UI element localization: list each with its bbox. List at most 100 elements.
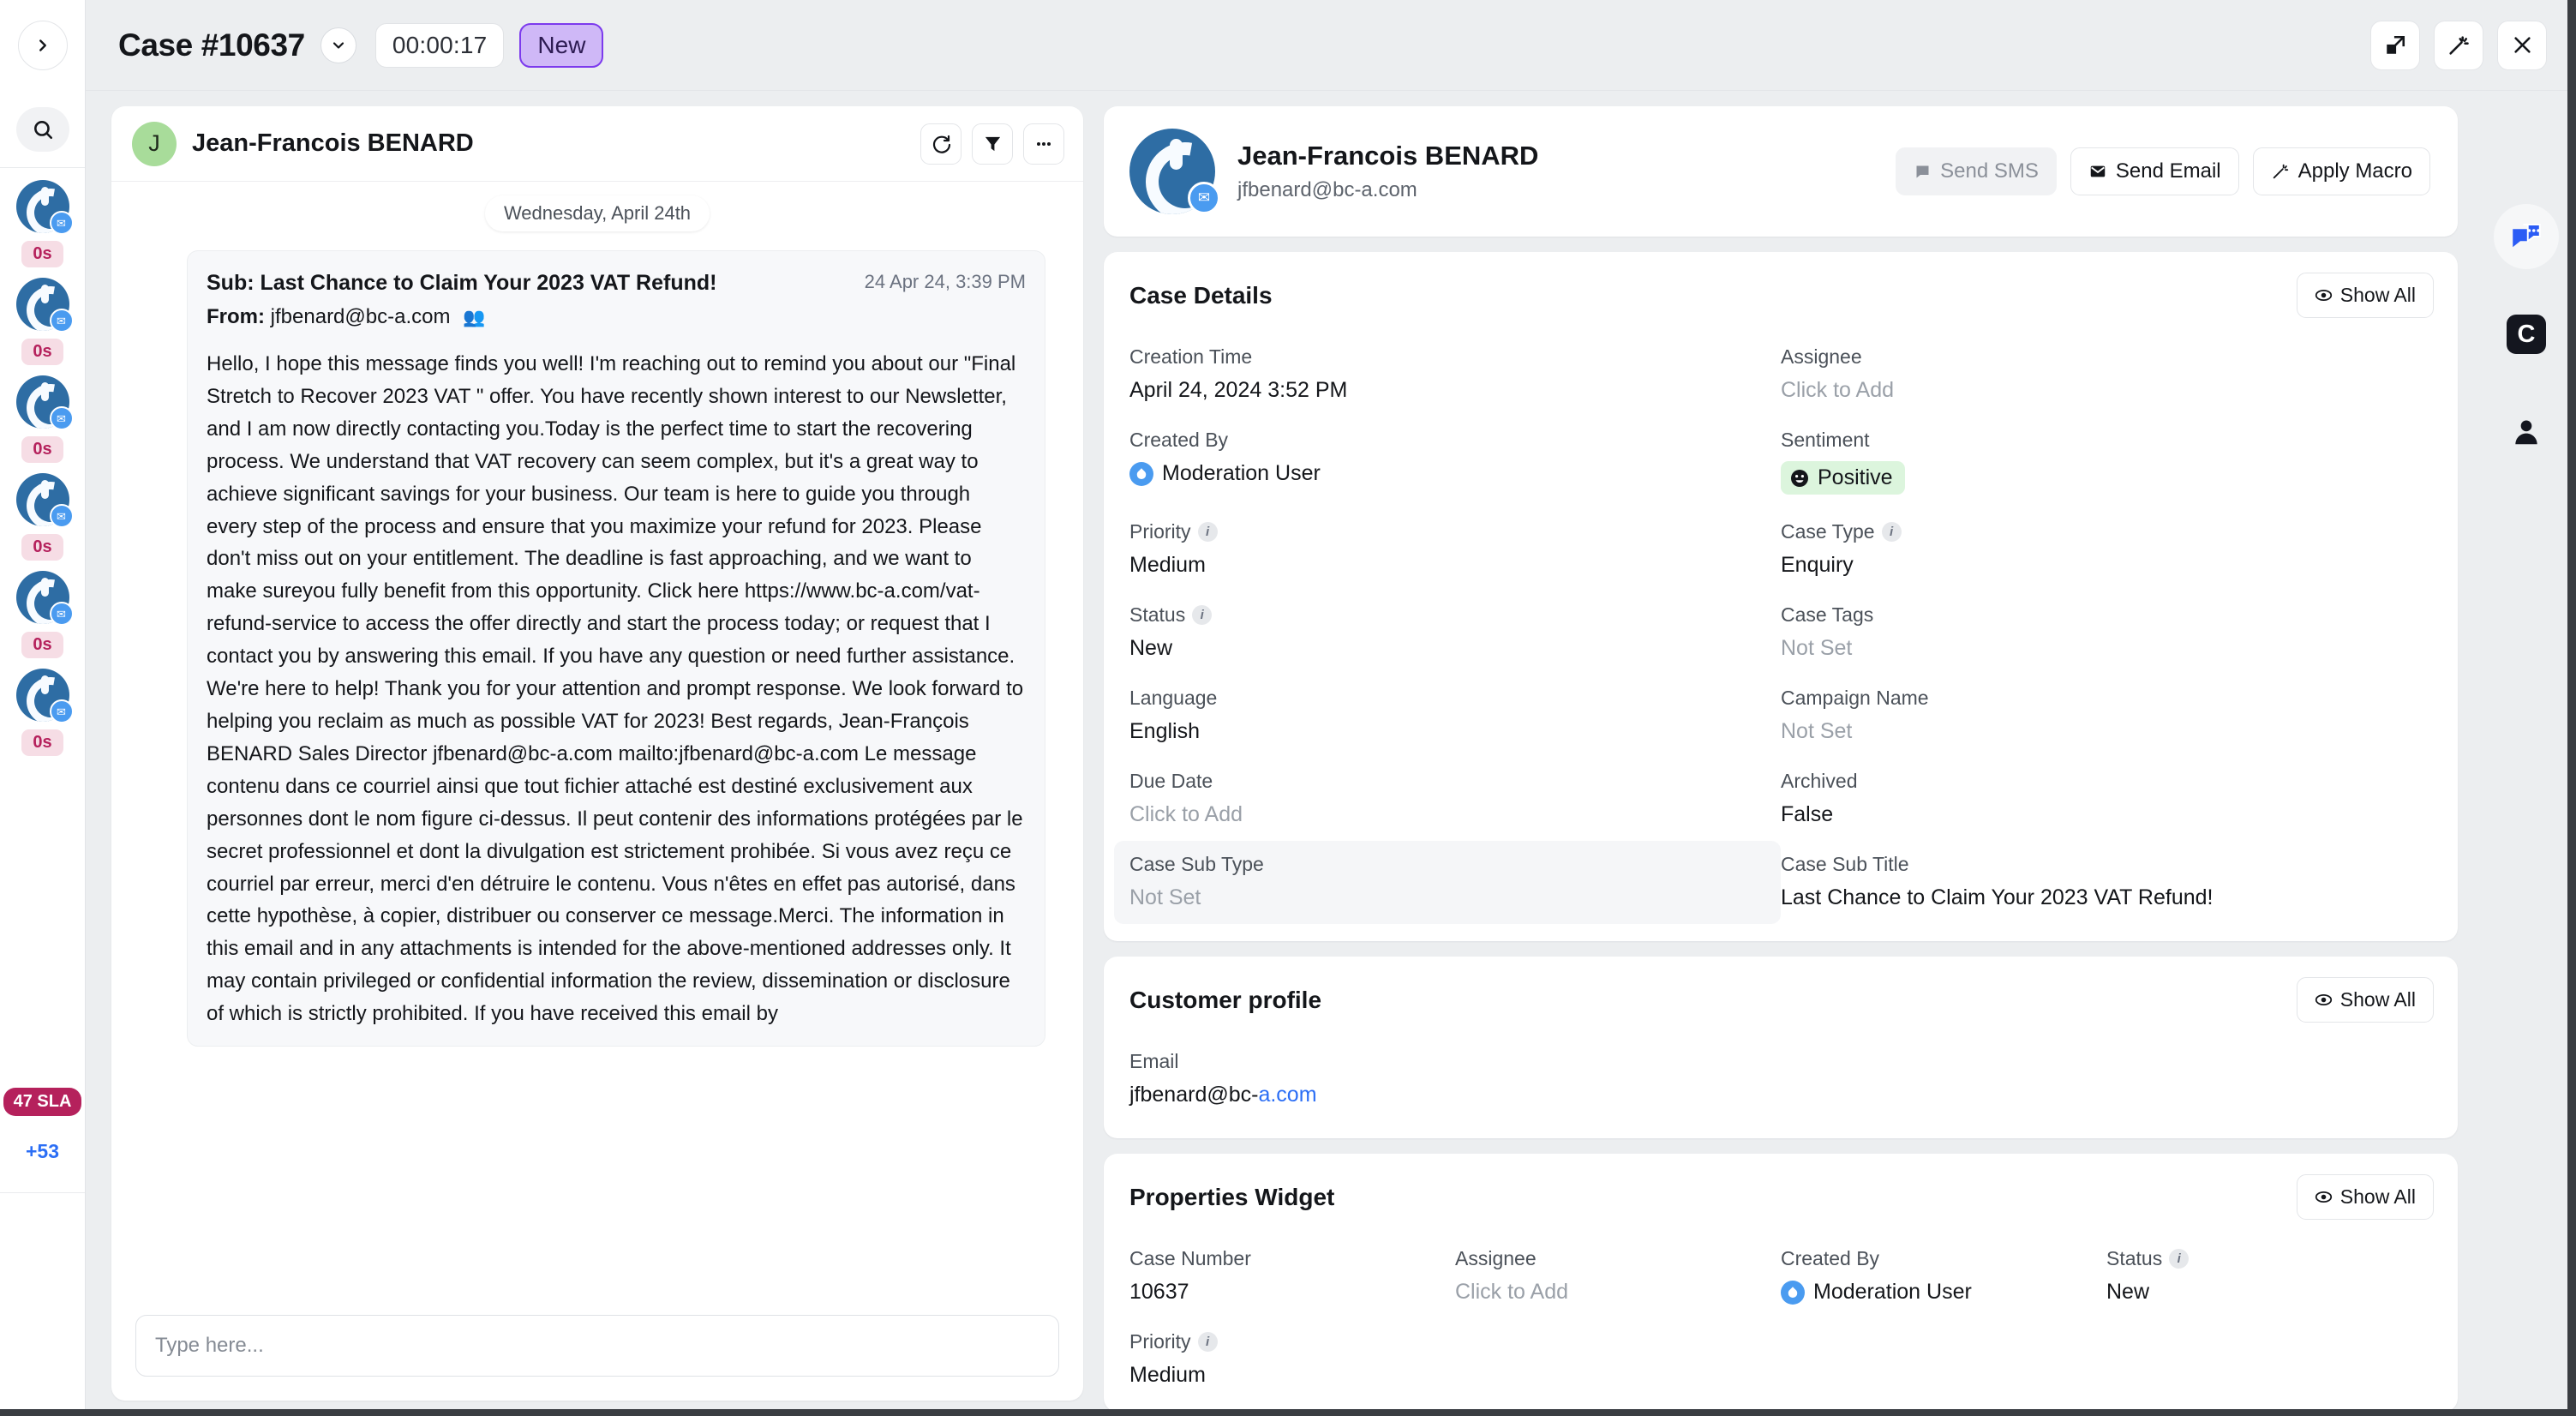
field-created-by[interactable]: Created By Moderation User	[1781, 1235, 2106, 1318]
case-details-title: Case Details	[1129, 281, 1273, 309]
field-label: Assignee	[1455, 1247, 1537, 1269]
customer-profile-show-all-button[interactable]: Show All	[2296, 977, 2434, 1023]
properties-widget-title: Properties Widget	[1129, 1183, 1335, 1210]
field-due-date[interactable]: Due Date Click to Add	[1129, 758, 1781, 841]
apply-macro-button[interactable]: Apply Macro	[2252, 147, 2430, 195]
field-campaign-name[interactable]: Campaign Name Not Set	[1781, 675, 2432, 758]
detail-column[interactable]: ✉ Jean-Francois BENARD jfbenard@bc-a.com…	[1099, 91, 2477, 1416]
field-status[interactable]: Status i New	[2106, 1235, 2432, 1318]
chat-panel-button[interactable]	[2494, 204, 2559, 269]
copilot-button[interactable]: C	[2494, 302, 2559, 367]
list-item[interactable]: ✉ 0s	[0, 278, 85, 365]
list-item[interactable]: ✉ 0s	[0, 669, 85, 756]
popout-button[interactable]	[2370, 20, 2420, 70]
avatar: ✉	[15, 180, 74, 235]
magic-wand-button[interactable]	[2434, 20, 2483, 70]
field-case-number[interactable]: Case Number 10637	[1129, 1235, 1455, 1318]
ellipsis-icon	[1037, 141, 1051, 146]
field-priority[interactable]: Priority i Medium	[1129, 1318, 1455, 1401]
message-input[interactable]	[135, 1315, 1059, 1377]
list-item[interactable]: ✉ 0s	[0, 180, 85, 267]
field-archived[interactable]: Archived False	[1781, 758, 2432, 841]
email-icon: ✉	[49, 211, 74, 235]
eye-icon	[2315, 1191, 2332, 1203]
info-icon[interactable]: i	[1192, 605, 1213, 625]
refresh-button[interactable]	[920, 123, 962, 165]
conversation-column: J Jean-Francois BENARD Wednesday, April …	[86, 91, 1099, 1416]
right-rail: C	[2477, 91, 2576, 1416]
field-value: Moderation User	[1162, 461, 1321, 485]
show-all-label: Show All	[2339, 1185, 2416, 1208]
refresh-icon	[932, 135, 951, 153]
case-timer: 00:00:17	[374, 22, 505, 68]
field-label-text: Priority	[1129, 520, 1191, 543]
email-domain-link[interactable]: a.com	[1258, 1083, 1316, 1107]
field-label: Status i	[1129, 603, 1781, 627]
message-body: Hello, I hope this message finds you wel…	[207, 352, 1024, 1026]
message-bubble[interactable]: Sub: Last Chance to Claim Your 2023 VAT …	[187, 250, 1045, 1047]
field-label: Archived	[1781, 770, 1858, 792]
case-details-show-all-button[interactable]: Show All	[2296, 273, 2434, 318]
field-value: Click to Add	[1129, 802, 1243, 826]
close-button[interactable]	[2497, 20, 2547, 70]
info-icon[interactable]: i	[1197, 522, 1218, 542]
field-creation-time[interactable]: Creation Time April 24, 2024 3:52 PM	[1129, 333, 1781, 417]
field-value: 10637	[1129, 1280, 1189, 1304]
field-case-sub-title[interactable]: Case Sub Title Last Chance to Claim Your…	[1781, 841, 2432, 924]
info-icon[interactable]: i	[1881, 522, 1902, 542]
list-item[interactable]: ✉ 0s	[0, 375, 85, 463]
eye-icon	[2315, 290, 2332, 301]
send-email-button[interactable]: Send Email	[2070, 147, 2239, 195]
queue-list[interactable]: ✉ 0s ✉ 0s ✉ 0s ✉ 0s ✉ 0s ✉ 0s	[0, 168, 85, 1088]
people-icon[interactable]: 👥	[463, 308, 485, 327]
field-label: Language	[1129, 687, 1218, 709]
contact-text: Jean-Francois BENARD jfbenard@bc-a.com	[1237, 141, 1538, 202]
field-value: New	[1129, 636, 1173, 660]
field-assignee[interactable]: Assignee Click to Add	[1781, 333, 2432, 417]
field-case-type[interactable]: Case Type i Enquiry	[1781, 508, 2432, 591]
list-item[interactable]: ✉ 0s	[0, 473, 85, 561]
field-value: New	[2106, 1280, 2150, 1304]
message-scroll-area[interactable]: Wednesday, April 24th Sub: Last Chance t…	[111, 182, 1083, 1296]
email-icon: ✉	[1188, 182, 1220, 214]
sla-wrap: 47 SLA	[0, 1088, 85, 1116]
search-button[interactable]	[15, 106, 69, 152]
magic-wand-icon	[2273, 164, 2288, 179]
field-value: Click to Add	[1455, 1280, 1569, 1304]
field-created-by[interactable]: Created By Moderation User	[1129, 417, 1781, 508]
more-wrap: +53	[0, 1140, 85, 1193]
field-priority[interactable]: Priority i Medium	[1129, 508, 1781, 591]
field-language[interactable]: Language English	[1129, 675, 1781, 758]
field-email[interactable]: Email jfbenard@bc-a.com	[1129, 1038, 1781, 1121]
contact-panel-button[interactable]	[2494, 399, 2559, 465]
field-assignee[interactable]: Assignee Click to Add	[1455, 1235, 1781, 1318]
field-sentiment[interactable]: Sentiment Positive	[1781, 417, 2432, 508]
more-count-link[interactable]: +53	[26, 1140, 59, 1163]
message-wrap: Sub: Last Chance to Claim Your 2023 VAT …	[111, 231, 1083, 1047]
chevron-right-icon	[39, 39, 46, 51]
field-label: Case Sub Type	[1129, 853, 1264, 875]
filter-button[interactable]	[972, 123, 1013, 165]
sla-badge[interactable]: 47 SLA	[3, 1088, 82, 1116]
scrollbar[interactable]	[2567, 0, 2576, 1416]
send-sms-button[interactable]: Send SMS	[1896, 147, 2057, 195]
expand-sidebar-button[interactable]	[17, 21, 68, 70]
contact-card: ✉ Jean-Francois BENARD jfbenard@bc-a.com…	[1104, 106, 2458, 237]
field-status[interactable]: Status i New	[1129, 591, 1781, 675]
field-value: English	[1129, 719, 1200, 743]
chevron-down-icon	[332, 41, 344, 49]
more-options-button[interactable]	[1023, 123, 1064, 165]
field-case-tags[interactable]: Case Tags Not Set	[1781, 591, 2432, 675]
wait-time-badge: 0s	[21, 339, 63, 365]
list-item[interactable]: ✉ 0s	[0, 571, 85, 658]
field-label-text: Status	[2106, 1247, 2163, 1269]
message-from: From: jfbenard@bc-a.com 👥	[207, 305, 1026, 329]
status-badge[interactable]: New	[519, 22, 604, 68]
info-icon[interactable]: i	[1197, 1332, 1218, 1352]
info-icon[interactable]: i	[2169, 1249, 2190, 1269]
field-value: False	[1781, 802, 1834, 826]
field-case-sub-type[interactable]: Case Sub Type Not Set	[1114, 841, 1781, 924]
moderation-user-icon	[1781, 1280, 1805, 1305]
properties-widget-show-all-button[interactable]: Show All	[2296, 1174, 2434, 1220]
case-dropdown-button[interactable]	[320, 27, 356, 63]
